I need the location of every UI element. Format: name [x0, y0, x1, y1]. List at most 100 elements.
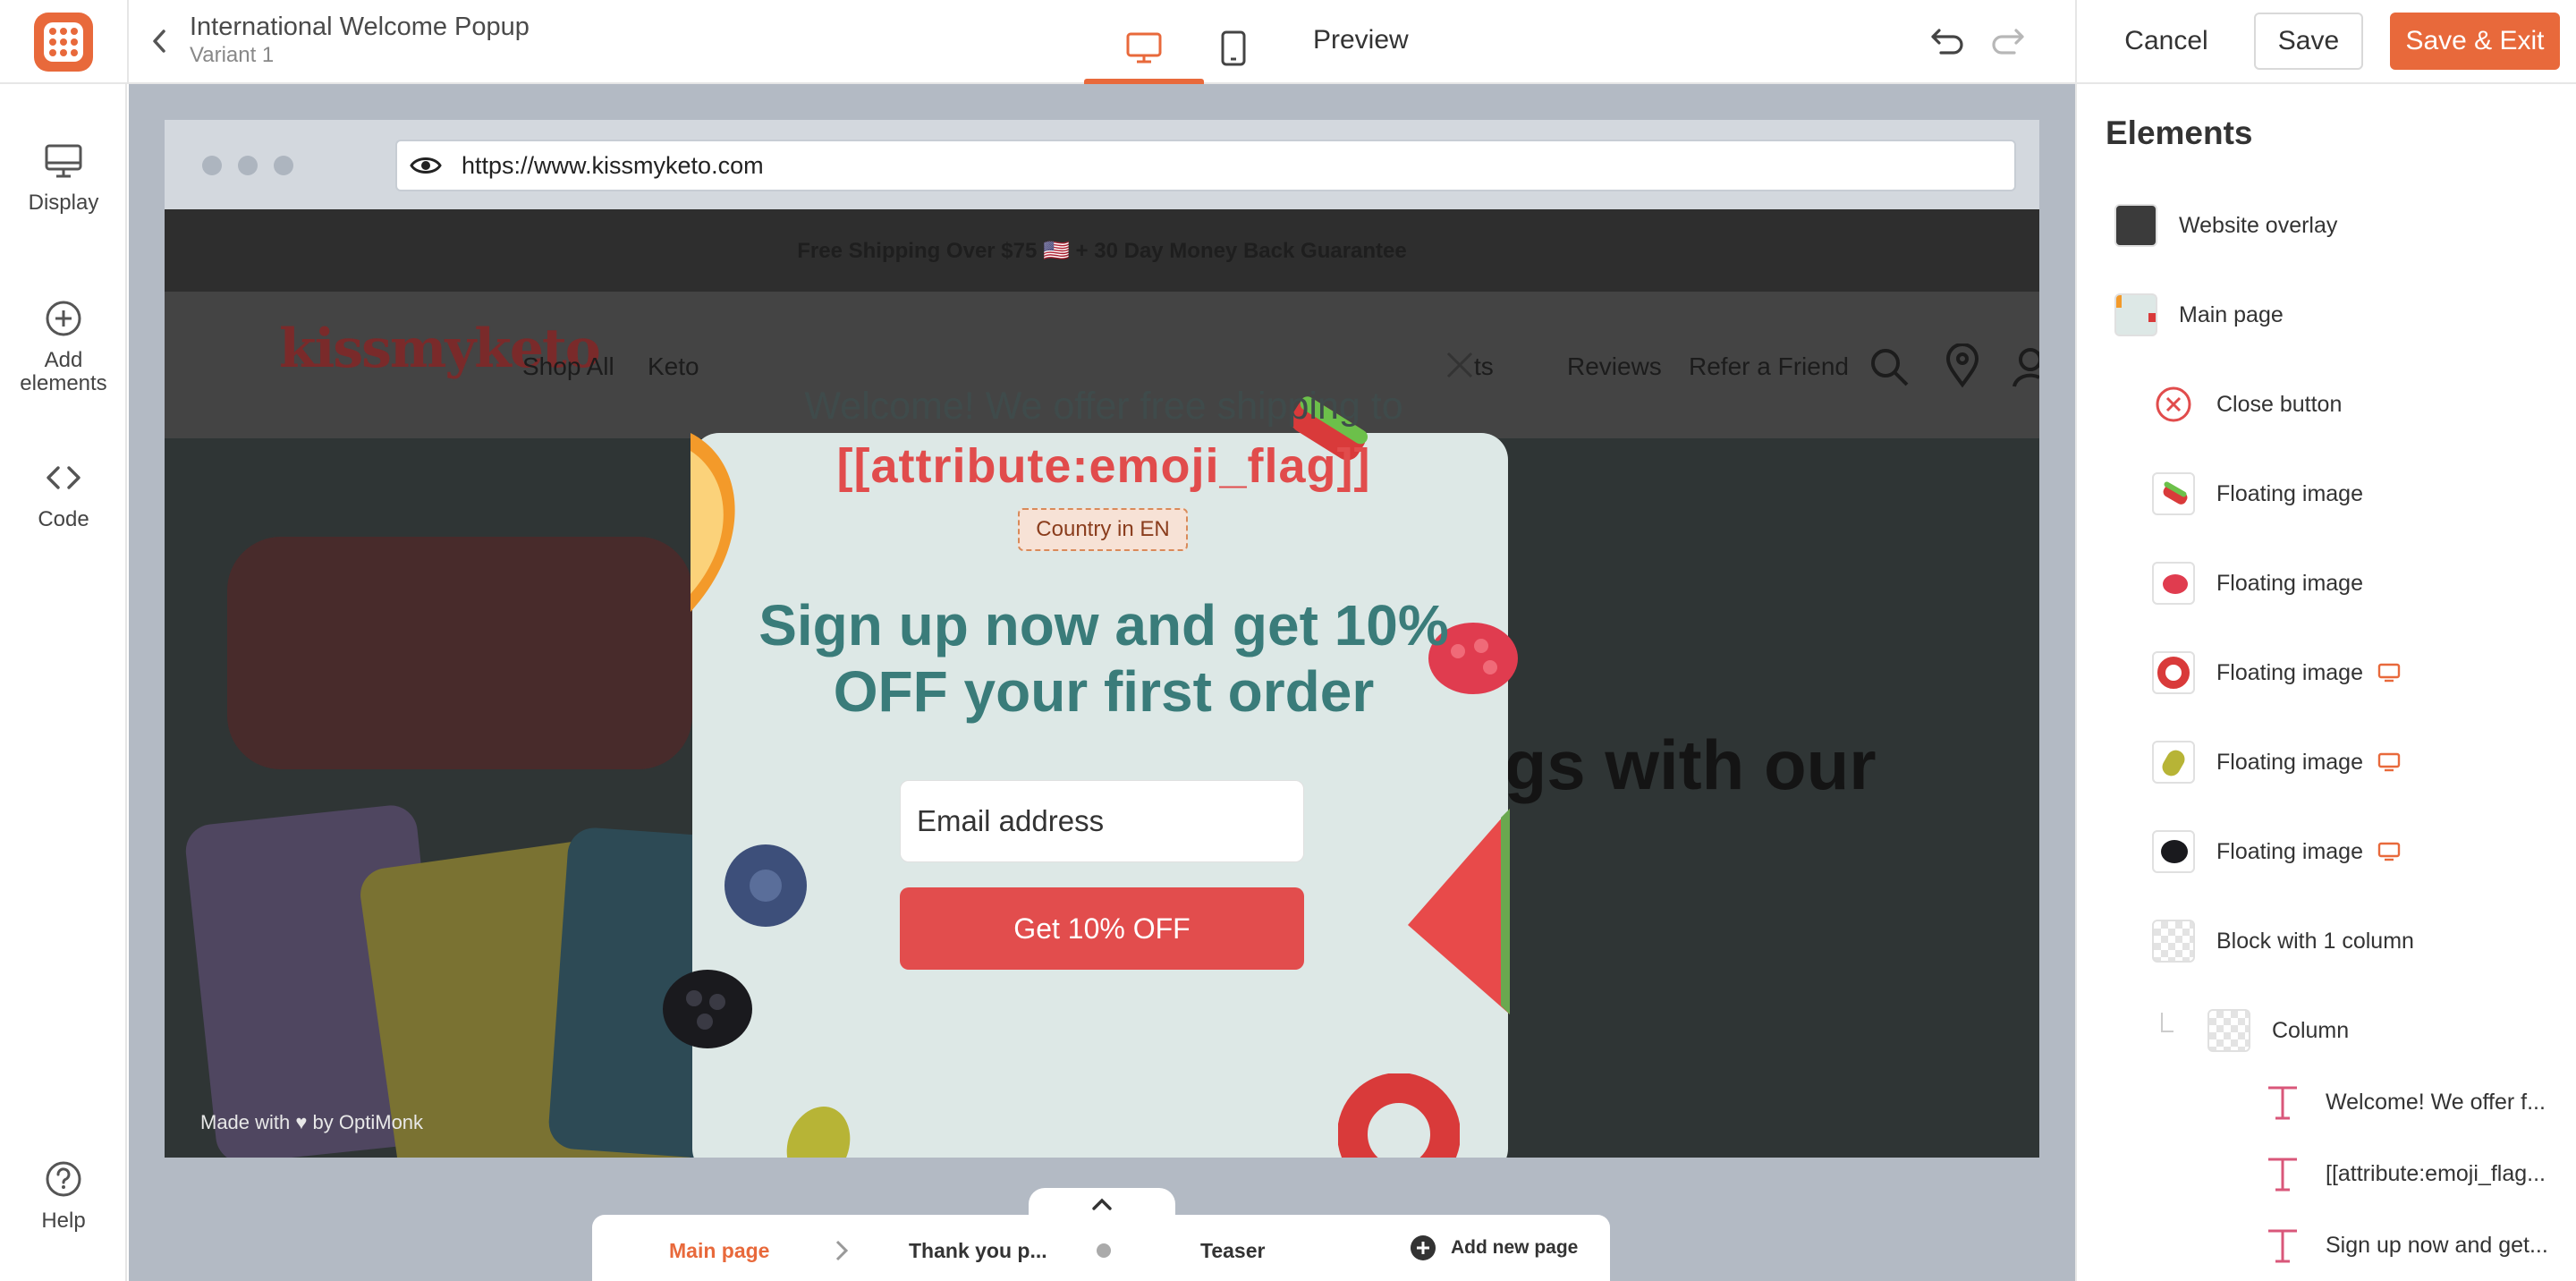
block-thumbnail: [2152, 920, 2195, 963]
save-button[interactable]: Save: [2254, 13, 2363, 70]
announcement-bar: Free Shipping Over $75 🇺🇸 + 30 Day Money…: [165, 209, 2039, 292]
sidebar-item-label: Display: [28, 191, 99, 215]
nav-link: ts: [1474, 352, 1494, 380]
sidebar-item-label: Code: [38, 507, 89, 531]
url-bar[interactable]: https://www.kissmyketo.com: [395, 140, 2016, 191]
separator-dot: [1097, 1243, 1111, 1258]
monitor-icon: [45, 144, 82, 178]
email-input[interactable]: Email address: [900, 780, 1304, 862]
nav-link: Reviews: [1567, 352, 1662, 380]
redo-button[interactable]: [1987, 23, 2027, 59]
overlay-thumbnail: [2114, 204, 2157, 247]
sidebar-item-code[interactable]: Code: [0, 458, 127, 531]
preview-button[interactable]: Preview: [1313, 25, 1409, 55]
gummy-watermelon-thumbnail: [2152, 472, 2195, 515]
hero-heading: ngs with our: [1462, 725, 1877, 804]
code-icon: [47, 466, 80, 489]
gummy-ring-image[interactable]: [1338, 1073, 1460, 1158]
announcement-text: Free Shipping Over $75 🇺🇸 + 30 Day Money…: [797, 239, 1407, 263]
element-label: Floating image: [2216, 838, 2363, 864]
sidebar-item-help[interactable]: Help: [0, 1159, 127, 1233]
left-sidebar: Display Add elements Code Help: [0, 84, 127, 1281]
url-text: https://www.kissmyketo.com: [462, 152, 764, 179]
location-pin-icon: [1945, 344, 1979, 388]
get-discount-button[interactable]: Get 10% OFF: [900, 887, 1304, 970]
element-label: Sign up now and get...: [2326, 1232, 2548, 1258]
page-thumbnail: [2114, 293, 2157, 336]
element-label: Column: [2272, 1017, 2350, 1043]
eye-icon: [410, 157, 442, 174]
undo-icon: [1931, 29, 1963, 55]
country-badge: Country in EN: [1018, 508, 1188, 551]
popup-emoji-flag-attribute[interactable]: [[attribute:emoji_flag]]: [696, 438, 1512, 494]
element-floating-image[interactable]: Floating image: [2152, 558, 2363, 608]
element-text[interactable]: Sign up now and get...: [2261, 1220, 2548, 1270]
tree-connector: [2161, 1013, 2174, 1032]
text-icon: [2268, 1086, 2297, 1120]
popup-headline[interactable]: Sign up now and get 10% OFF your first o…: [741, 592, 1467, 725]
element-website-overlay[interactable]: Website overlay: [2114, 200, 2337, 250]
gummy-bear-image[interactable]: [778, 1091, 859, 1158]
element-label: Website overlay: [2179, 212, 2338, 238]
undo-button[interactable]: [1928, 23, 1968, 59]
add-new-page-button[interactable]: Add new page: [1410, 1234, 1578, 1261]
window-dot: [274, 156, 293, 175]
editor-canvas: https://www.kissmyketo.com Free Shipping…: [129, 84, 2075, 1281]
element-label: Floating image: [2216, 749, 2363, 775]
cancel-button[interactable]: Cancel: [2111, 13, 2222, 70]
popup-title[interactable]: Welcome! We offer free shipping to: [696, 385, 1512, 428]
panel-title: Elements: [2106, 115, 2253, 151]
element-floating-image[interactable]: Floating image: [2152, 469, 2363, 519]
desktop-only-icon: [2377, 752, 2401, 772]
window-dot: [202, 156, 222, 175]
sidebar-item-display[interactable]: Display: [0, 141, 127, 215]
sidebar-item-add-elements[interactable]: Add elements: [0, 299, 127, 396]
element-label: Block with 1 column: [2216, 928, 2414, 954]
element-main-page[interactable]: Main page: [2114, 290, 2284, 340]
gummy-ring-thumbnail: [2152, 651, 2195, 694]
element-label: Welcome! We offer f...: [2326, 1089, 2546, 1115]
element-text[interactable]: [[attribute:emoji_flag...: [2261, 1149, 2546, 1199]
element-block-1-column[interactable]: Block with 1 column: [2152, 916, 2414, 966]
mobile-icon: [1221, 30, 1246, 66]
campaign-title: International Welcome Popup: [190, 13, 530, 41]
variant-name: Variant 1: [190, 43, 275, 67]
tab-teaser[interactable]: Teaser: [1200, 1239, 1265, 1263]
tab-main-page[interactable]: Main page: [669, 1239, 769, 1263]
divider: [127, 0, 129, 84]
blueberry-image[interactable]: [721, 841, 810, 930]
tab-thank-you-page[interactable]: Thank you p...: [909, 1239, 1047, 1263]
divider: [2075, 0, 2077, 84]
back-button[interactable]: [143, 23, 175, 59]
element-text[interactable]: Welcome! We offer f...: [2261, 1077, 2546, 1127]
element-label: Floating image: [2216, 480, 2363, 506]
add-new-page-label: Add new page: [1451, 1237, 1579, 1258]
watermelon-slice-image[interactable]: [1408, 809, 1510, 1014]
element-floating-image[interactable]: Floating image: [2152, 737, 2401, 787]
element-column[interactable]: Column: [2207, 1005, 2349, 1056]
close-icon[interactable]: [1445, 351, 1474, 379]
element-floating-image[interactable]: Floating image: [2152, 648, 2401, 698]
chevron-left-icon: [153, 30, 165, 53]
column-thumbnail: [2207, 1009, 2250, 1052]
help-icon: [46, 1161, 81, 1197]
element-label: Close button: [2216, 391, 2343, 417]
blackberry-image[interactable]: [658, 964, 757, 1054]
element-floating-image[interactable]: Floating image: [2152, 827, 2401, 877]
nav-link: Shop All: [522, 352, 614, 380]
desktop-only-icon: [2377, 663, 2401, 683]
nav-link: Refer a Friend: [1689, 352, 1849, 380]
element-close-button[interactable]: Close button: [2152, 379, 2342, 429]
save-exit-button[interactable]: Save & Exit: [2390, 13, 2560, 70]
gummy-bear-thumbnail: [2152, 741, 2195, 784]
top-bar: International Welcome Popup Variant 1 Pr…: [0, 0, 2576, 84]
redo-icon: [1992, 29, 2024, 55]
close-circle-icon: [2156, 386, 2191, 422]
mobile-view-button[interactable]: [1174, 13, 1293, 84]
optimonk-logo[interactable]: [34, 13, 93, 72]
blackberry-thumbnail: [2152, 830, 2195, 873]
nav-link: Keto: [648, 352, 699, 380]
element-label: Floating image: [2216, 659, 2363, 685]
account-icon: [2012, 348, 2039, 387]
text-icon: [2268, 1229, 2297, 1263]
